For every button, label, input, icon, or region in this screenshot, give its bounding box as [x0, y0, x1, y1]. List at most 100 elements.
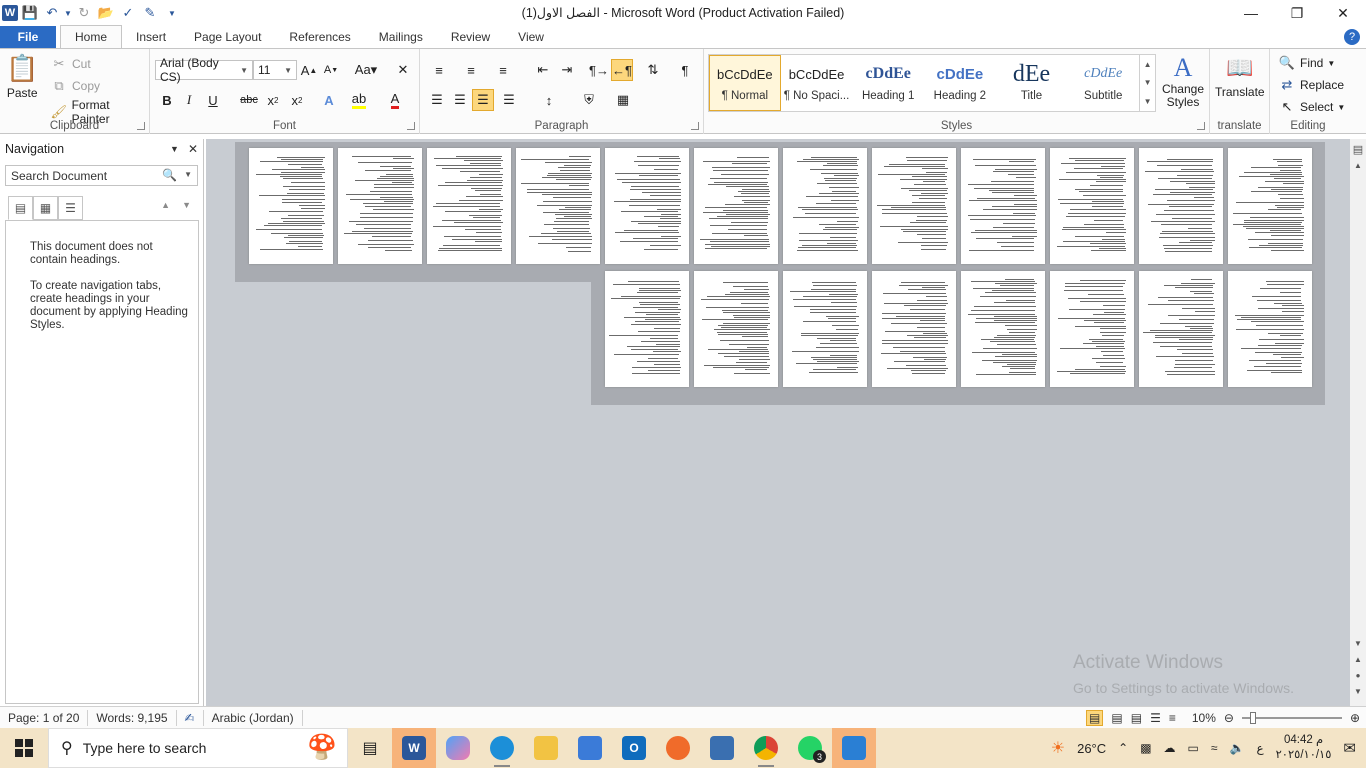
page-thumbnail[interactable]: [1228, 271, 1312, 387]
tab-insert[interactable]: Insert: [122, 26, 180, 48]
zoom-out-icon[interactable]: ⊖: [1224, 711, 1234, 725]
print-layout-icon[interactable]: ▤: [1086, 710, 1104, 726]
previous-icon[interactable]: ▲: [161, 200, 170, 210]
gallery-more-icon[interactable]: ▼: [1144, 97, 1152, 106]
zoom-in-icon[interactable]: ⊕: [1350, 711, 1360, 725]
headings-view-icon[interactable]: ▤: [8, 196, 33, 220]
align-center-icon[interactable]: ☰: [449, 89, 471, 111]
page-thumbnail[interactable]: [1139, 148, 1223, 264]
weather-icon[interactable]: ☀: [1051, 738, 1065, 758]
line-spacing-icon[interactable]: ↕: [538, 89, 560, 111]
font-name-combo[interactable]: Arial (Body CS) ▼: [155, 56, 253, 84]
clipboard-launcher-icon[interactable]: [137, 122, 145, 130]
taskbar-file-explorer-icon[interactable]: [524, 728, 568, 768]
page-thumbnail[interactable]: [872, 148, 956, 264]
style-heading-2[interactable]: cDdEe Heading 2: [924, 55, 996, 111]
rtl-icon[interactable]: ←¶: [611, 59, 633, 81]
superscript-icon[interactable]: x2: [286, 89, 308, 111]
page-thumbnail[interactable]: [427, 148, 511, 264]
language[interactable]: Arabic (Jordan): [204, 709, 303, 726]
page-thumbnail[interactable]: [783, 271, 867, 387]
redo-icon[interactable]: ↻: [74, 3, 94, 23]
text-effects-icon[interactable]: A: [318, 89, 340, 111]
task-view-icon[interactable]: ▤: [348, 728, 392, 768]
shading-icon[interactable]: ⛨: [578, 89, 600, 111]
undo-icon[interactable]: ↶: [42, 3, 62, 23]
numbering-icon[interactable]: ≡: [460, 59, 482, 81]
pane-options-icon[interactable]: ▼: [170, 144, 179, 154]
font-size-combo[interactable]: 11 ▼: [253, 60, 297, 80]
style-no-spacing[interactable]: bCcDdEe ¶ No Spaci...: [781, 55, 853, 111]
change-case-icon[interactable]: Aa▾: [352, 59, 380, 81]
outline-icon[interactable]: ☰: [1150, 711, 1161, 725]
subscript-icon[interactable]: x2: [262, 89, 284, 111]
word-logo-icon[interactable]: W: [2, 5, 18, 21]
select-button[interactable]: ↖ Select ▼: [1278, 98, 1346, 116]
paragraph-launcher-icon[interactable]: [691, 122, 699, 130]
help-icon[interactable]: ?: [1344, 29, 1360, 45]
page-thumbnail[interactable]: [694, 148, 778, 264]
page-thumbnail[interactable]: [249, 148, 333, 264]
change-styles-button[interactable]: A Change Styles: [1160, 53, 1206, 109]
taskbar-whatsapp-icon[interactable]: 3: [788, 728, 832, 768]
taskbar-copilot-icon[interactable]: [436, 728, 480, 768]
gallery-down-icon[interactable]: ▼: [1144, 78, 1152, 87]
page-thumbnail[interactable]: [783, 148, 867, 264]
multilevel-list-icon[interactable]: ≡: [492, 59, 514, 81]
tab-file[interactable]: File: [0, 26, 56, 48]
search-icon[interactable]: 🔍: [162, 168, 177, 182]
page-thumbnail[interactable]: [516, 148, 600, 264]
page-thumbnail[interactable]: [694, 271, 778, 387]
temperature[interactable]: 26°C: [1077, 741, 1106, 756]
page-thumbnail[interactable]: [961, 148, 1045, 264]
replace-button[interactable]: ⇄ Replace: [1278, 76, 1344, 94]
font-color-icon[interactable]: A: [384, 89, 406, 111]
strikethrough-icon[interactable]: abc: [238, 89, 260, 111]
next-icon[interactable]: ▼: [182, 200, 191, 210]
close-pane-icon[interactable]: ✕: [188, 142, 198, 156]
page-count[interactable]: Page: 1 of 20: [0, 709, 89, 726]
keyboard-language[interactable]: ع: [1256, 741, 1263, 755]
notifications-icon[interactable]: ✉: [1343, 739, 1356, 757]
show-hidden-icons-icon[interactable]: ⌃: [1118, 741, 1128, 755]
borders-icon[interactable]: ▦: [612, 89, 634, 111]
spellcheck-icon[interactable]: ✓: [118, 3, 138, 23]
increase-indent-icon[interactable]: ⇥: [556, 59, 578, 81]
tab-view[interactable]: View: [504, 26, 558, 48]
page-thumbnail[interactable]: [1050, 271, 1134, 387]
italic-icon[interactable]: I: [178, 89, 200, 111]
restore-icon[interactable]: ❐: [1274, 0, 1320, 26]
volume-icon[interactable]: 🔈: [1229, 741, 1244, 755]
ltr-icon[interactable]: ¶→: [588, 59, 610, 81]
translate-button[interactable]: 📖 Translate: [1215, 55, 1265, 99]
taskbar-solitaire-icon[interactable]: [700, 728, 744, 768]
customize-qat-icon[interactable]: ▼: [162, 3, 182, 23]
zoom-level[interactable]: 10%: [1192, 711, 1216, 725]
meet-now-icon[interactable]: ▩: [1140, 741, 1151, 755]
underline-icon[interactable]: U: [202, 89, 224, 111]
shrink-font-icon[interactable]: A ▼: [320, 59, 342, 81]
track-changes-icon[interactable]: ✎: [140, 3, 160, 23]
pages-view-icon[interactable]: ▦: [33, 196, 58, 220]
web-layout-icon[interactable]: ▤: [1131, 711, 1142, 725]
clock[interactable]: 04:42 م ٢٠٢٥/١٠/١٥: [1276, 733, 1332, 763]
taskbar-store-icon[interactable]: [568, 728, 612, 768]
taskbar-chrome-icon[interactable]: [744, 728, 788, 768]
next-page-icon[interactable]: ▼: [1350, 687, 1366, 696]
tab-page-layout[interactable]: Page Layout: [180, 26, 275, 48]
proofing-icon[interactable]: ✍: [177, 709, 204, 726]
tab-mailings[interactable]: Mailings: [365, 26, 437, 48]
tab-review[interactable]: Review: [437, 26, 504, 48]
battery-icon[interactable]: ▭: [1188, 741, 1199, 755]
style-title[interactable]: dEe Title: [996, 55, 1068, 111]
taskbar-word-icon[interactable]: W: [392, 728, 436, 768]
taskbar-search-input[interactable]: ⚲ Type here to search 🍄: [48, 728, 348, 768]
search-options-icon[interactable]: ▼: [184, 170, 192, 179]
previous-page-icon[interactable]: ▲: [1350, 655, 1366, 664]
copy-button[interactable]: ⧉ Copy: [50, 77, 100, 95]
page-thumbnail[interactable]: [338, 148, 422, 264]
bullets-icon[interactable]: ≡: [428, 59, 450, 81]
taskbar-outlook-icon[interactable]: O: [612, 728, 656, 768]
align-right-icon[interactable]: ☰: [472, 89, 494, 111]
cut-button[interactable]: ✂ Cut: [50, 55, 91, 73]
